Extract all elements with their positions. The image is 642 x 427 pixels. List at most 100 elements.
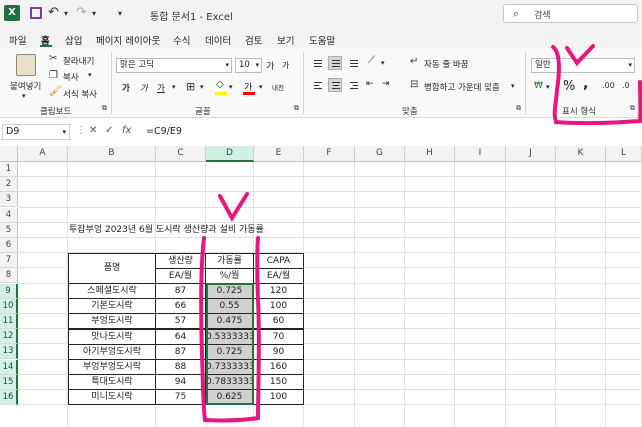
font-color-dropdown-icon[interactable]: ▾ — [259, 83, 263, 91]
cell-production[interactable]: 88 — [155, 359, 206, 375]
table-title[interactable]: 투잡부엉 2023년 6월 도시락 생산량과 설비 가동률 — [69, 223, 264, 238]
cell-production[interactable]: 87 — [155, 343, 206, 360]
orientation-icon[interactable]: ⟋ — [368, 55, 375, 66]
redo-dropdown-icon[interactable]: ▾ — [92, 9, 96, 18]
paste-icon[interactable] — [16, 54, 36, 76]
cell-product-name[interactable]: 맛나도시락 — [68, 328, 156, 345]
cancel-icon[interactable]: ✕ — [89, 125, 97, 136]
header-product[interactable]: 품명 — [68, 253, 156, 284]
header-capa-unit[interactable]: EA/월 — [253, 268, 304, 284]
header-capa[interactable]: CAPA — [253, 253, 304, 269]
row-header[interactable]: 2 — [0, 177, 18, 193]
wrap-text-button[interactable]: 자동 줄 바꿈 — [424, 58, 469, 70]
customize-toolbar-icon[interactable]: ▾ — [118, 9, 122, 18]
clipboard-launcher-icon[interactable]: ⧉ — [102, 104, 107, 113]
row-header[interactable]: 14 — [0, 359, 18, 375]
cell-capa[interactable]: 150 — [253, 374, 304, 391]
format-painter-button[interactable]: 서식 복사 — [63, 88, 97, 100]
formula-input[interactable]: =C9/E9 — [146, 126, 182, 137]
select-all-corner[interactable] — [0, 146, 18, 162]
cell-production[interactable]: 66 — [155, 298, 206, 315]
accounting-format-icon[interactable]: ₩ — [534, 81, 543, 91]
undo-icon[interactable]: ↶ — [48, 5, 59, 20]
format-painter-icon[interactable]: 🖌 — [49, 86, 62, 97]
row-header[interactable]: 6 — [0, 238, 18, 253]
header-production-unit[interactable]: EA/월 — [155, 268, 206, 284]
percent-style-button[interactable]: % — [563, 79, 575, 94]
cell-capa[interactable]: 60 — [253, 313, 304, 330]
font-launcher-icon[interactable]: ⧉ — [294, 104, 299, 113]
name-box[interactable]: D9 ▾ — [2, 124, 70, 140]
font-name-combo[interactable]: 맑은 고딕 ▾ — [116, 58, 232, 73]
tab-view[interactable]: 보기 — [277, 33, 294, 47]
decrease-decimal-icon[interactable]: .0 — [622, 81, 630, 90]
row-header[interactable]: 10 — [0, 298, 18, 314]
borders-icon[interactable]: ⊞ — [186, 80, 195, 93]
align-left-button[interactable] — [310, 78, 324, 92]
header-production[interactable]: 생산량 — [155, 253, 206, 269]
cell-capa[interactable]: 70 — [253, 328, 304, 345]
column-header[interactable]: I — [455, 146, 506, 162]
cell-production[interactable]: 75 — [155, 389, 206, 406]
column-header[interactable]: H — [405, 146, 455, 162]
align-top-button[interactable] — [310, 56, 324, 70]
align-middle-button[interactable] — [328, 56, 342, 70]
column-header[interactable]: E — [254, 146, 304, 162]
fill-color-icon[interactable]: ◇ — [216, 79, 224, 90]
cell-product-name[interactable]: 아기부엉도시락 — [68, 343, 156, 360]
tab-file[interactable]: 파일 — [9, 33, 26, 47]
copy-icon[interactable]: ❐ — [49, 70, 58, 81]
underline-button[interactable]: 가 — [157, 82, 165, 94]
cell-product-name[interactable]: 스페셜도시락 — [68, 283, 156, 299]
align-right-button[interactable] — [346, 78, 360, 92]
alignment-launcher-icon[interactable]: ⧉ — [516, 104, 521, 113]
increase-indent-icon[interactable]: ⇥ — [382, 79, 390, 89]
cell-production[interactable]: 64 — [155, 328, 206, 345]
column-header[interactable]: K — [556, 146, 606, 162]
row-header[interactable]: 1 — [0, 162, 18, 177]
worksheet-grid[interactable]: ABCDEFGHIJKL 1 2 3 4 5 6 7 8 9 10 11 12 13 14 15 16 투잡부… — [0, 146, 642, 427]
align-bottom-button[interactable] — [346, 56, 360, 70]
row-header[interactable]: 4 — [0, 207, 18, 223]
orientation-dropdown-icon[interactable]: ▾ — [381, 59, 385, 67]
number-launcher-icon[interactable]: ⧉ — [630, 104, 635, 113]
row-header[interactable]: 7 — [0, 253, 18, 269]
copy-dropdown-icon[interactable]: ▾ — [88, 71, 92, 79]
tab-formulas[interactable]: 수식 — [173, 33, 190, 47]
column-header[interactable]: L — [606, 146, 642, 162]
cut-icon[interactable]: ✂ — [49, 53, 57, 64]
tab-page-layout[interactable]: 페이지 레이아웃 — [96, 33, 160, 47]
wrap-text-icon[interactable]: ↵ — [410, 56, 418, 67]
row-header[interactable]: 11 — [0, 314, 18, 329]
cell-capa[interactable]: 120 — [253, 283, 304, 299]
cell-capa[interactable]: 100 — [253, 389, 304, 406]
borders-dropdown-icon[interactable]: ▾ — [200, 83, 204, 91]
header-utilization-unit[interactable]: %/월 — [205, 268, 254, 284]
accounting-dropdown-icon[interactable]: ▾ — [546, 83, 550, 91]
paste-button[interactable]: 붙여넣기 — [10, 80, 41, 92]
cell-capa[interactable]: 100 — [253, 298, 304, 315]
cell-product-name[interactable]: 미니도시락 — [68, 389, 156, 406]
merge-center-icon[interactable]: ⊟ — [410, 79, 418, 90]
decrease-indent-icon[interactable]: ⇤ — [366, 79, 374, 89]
grow-font-button[interactable]: 가 — [266, 59, 274, 72]
phonetic-button[interactable]: 내천 — [272, 82, 284, 92]
row-header[interactable]: 16 — [0, 390, 18, 405]
cell-production[interactable]: 94 — [155, 374, 206, 391]
align-center-button[interactable] — [328, 78, 342, 92]
save-icon[interactable] — [30, 7, 42, 19]
column-header[interactable]: A — [18, 146, 68, 162]
row-header[interactable]: 3 — [0, 192, 18, 208]
italic-button[interactable]: 가 — [140, 82, 148, 94]
cell-capa[interactable]: 160 — [253, 359, 304, 375]
paste-dropdown-icon[interactable]: ▾ — [22, 92, 26, 100]
number-format-combo[interactable]: 일반 ▾ — [531, 58, 635, 73]
chevron-down-icon[interactable]: ▾ — [62, 125, 66, 139]
row-header[interactable]: 5 — [0, 222, 18, 238]
row-header[interactable]: 12 — [0, 329, 18, 345]
column-header[interactable]: F — [304, 146, 355, 162]
cell-capa[interactable]: 90 — [253, 343, 304, 360]
row-header[interactable]: 13 — [0, 344, 18, 360]
cell-production[interactable]: 87 — [155, 283, 206, 299]
shrink-font-button[interactable]: 가 — [282, 60, 289, 71]
